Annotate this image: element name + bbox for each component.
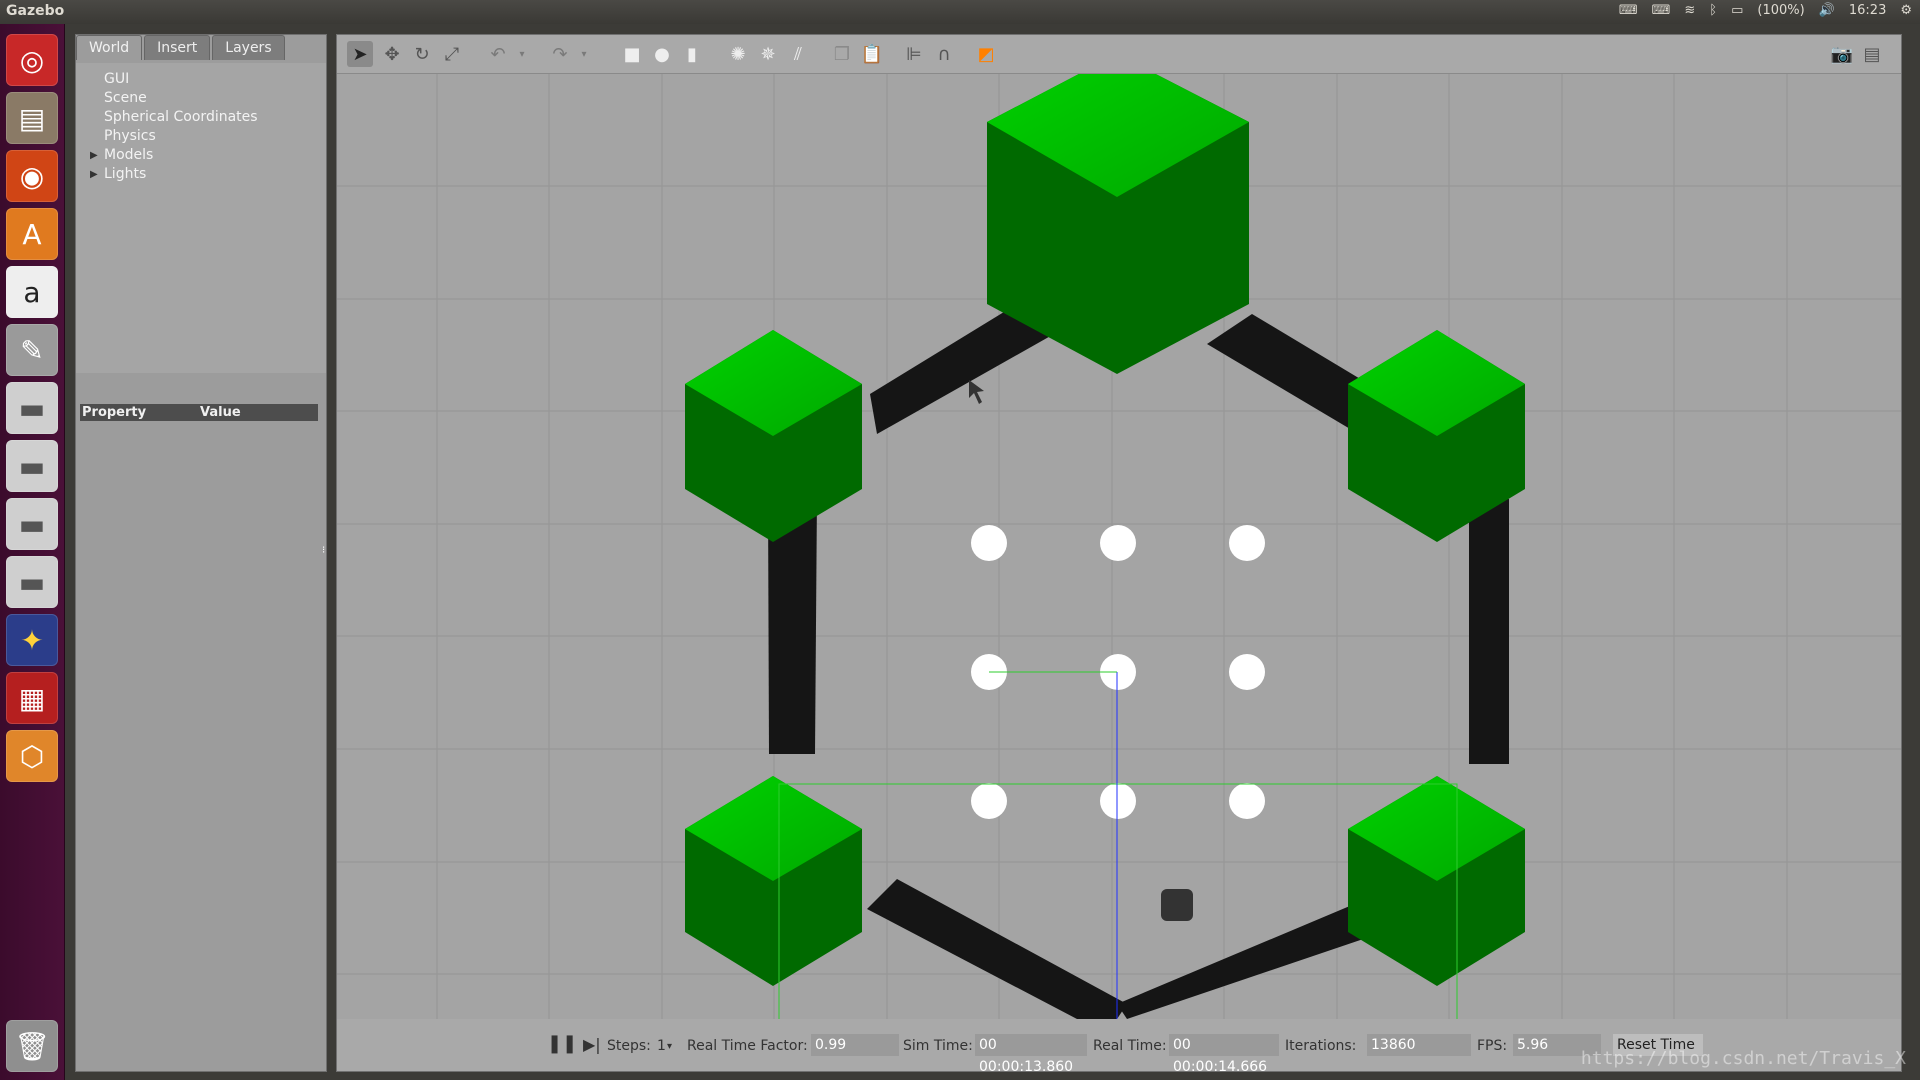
steps-dropdown-icon[interactable]: ▾ bbox=[667, 1041, 672, 1052]
tree-item-physics[interactable]: Physics bbox=[104, 128, 156, 144]
software-center-icon[interactable]: A bbox=[6, 208, 58, 260]
snap-magnet-icon[interactable]: ∩ bbox=[931, 41, 957, 67]
sim-time-value: 00 00:00:13.860 bbox=[975, 1034, 1087, 1071]
rtf-label: Real Time Factor: bbox=[687, 1038, 808, 1054]
value-column-header[interactable]: Value bbox=[200, 405, 241, 420]
tab-world[interactable]: World bbox=[76, 35, 143, 60]
real-time-label: Real Time: bbox=[1093, 1038, 1167, 1054]
clock[interactable]: 16:23 bbox=[1849, 3, 1886, 18]
gear-icon[interactable]: ⚙ bbox=[1900, 3, 1912, 18]
battery-icon[interactable]: ▭ bbox=[1731, 3, 1743, 18]
copy-icon[interactable]: ❐ bbox=[829, 41, 855, 67]
left-panel: World Insert Layers GUI Scene Spherical … bbox=[75, 34, 327, 1072]
iterations-label: Iterations: bbox=[1285, 1038, 1357, 1054]
keyboard-icon[interactable]: ⌨ bbox=[1652, 3, 1671, 18]
panel-tabs: World Insert Layers bbox=[76, 35, 287, 61]
real-time-value: 00 00:00:14.666 bbox=[1169, 1034, 1279, 1071]
cylinder-shape-icon[interactable]: ▮ bbox=[679, 41, 705, 67]
directional-light-icon[interactable]: ⫽ bbox=[785, 41, 811, 67]
amazon-icon[interactable]: a bbox=[6, 266, 58, 318]
gazebo-icon[interactable]: ⬡ bbox=[6, 730, 58, 782]
screenshot-camera-icon[interactable]: 📷 bbox=[1829, 41, 1855, 67]
iterations-value: 13860 bbox=[1367, 1034, 1471, 1056]
rtf-value: 0.99 bbox=[811, 1034, 899, 1056]
fps-label: FPS: bbox=[1477, 1038, 1508, 1054]
volume-icon[interactable]: 🔊 bbox=[1819, 3, 1835, 18]
top-panel: Gazebo ⌨ ⌨ ≋ ᛒ ▭ (100%) 🔊 16:23 ⚙ bbox=[0, 0, 1920, 24]
tree-item-models[interactable]: Models bbox=[104, 147, 153, 163]
tree-item-scene[interactable]: Scene bbox=[104, 90, 147, 106]
view-angle-icon[interactable]: ◩ bbox=[973, 41, 999, 67]
expand-arrow-icon[interactable]: ▶ bbox=[90, 169, 98, 180]
rotate-icon[interactable]: ↻ bbox=[409, 41, 435, 67]
rviz-icon[interactable]: ✦ bbox=[6, 614, 58, 666]
undo-icon[interactable]: ↶ bbox=[485, 41, 511, 67]
panel-splitter-handle[interactable]: ⁝ bbox=[322, 545, 326, 559]
toolbar: ➤ ✥ ↻ ⤢ ↶ ▾ ↷ ▾ ■ ● ▮ ✺ ✵ ⫽ ❐ 📋 ⊫ ∩ ◩ 📷 … bbox=[337, 35, 1901, 74]
tree-item-spherical-coordinates[interactable]: Spherical Coordinates bbox=[104, 109, 258, 125]
point-light-icon[interactable]: ✺ bbox=[725, 41, 751, 67]
robot-model bbox=[1161, 889, 1193, 921]
tree-item-gui[interactable]: GUI bbox=[104, 71, 129, 87]
paste-icon[interactable]: 📋 bbox=[859, 41, 885, 67]
ubuntu-logo-icon[interactable]: ◎ bbox=[6, 34, 58, 86]
sphere-shape-icon[interactable]: ● bbox=[649, 41, 675, 67]
property-table-header: Property Value bbox=[80, 404, 318, 421]
log-icon[interactable]: ▤ bbox=[1859, 41, 1885, 67]
steps-value[interactable]: 1 bbox=[657, 1038, 666, 1054]
steps-label: Steps: bbox=[607, 1038, 651, 1054]
translate-icon[interactable]: ✥ bbox=[379, 41, 405, 67]
wifi-icon[interactable]: ≋ bbox=[1684, 3, 1695, 18]
app-title: Gazebo bbox=[6, 3, 65, 19]
battery-status[interactable]: (100%) bbox=[1757, 3, 1804, 18]
keyboard-icon[interactable]: ⌨ bbox=[1619, 3, 1638, 18]
property-column-header[interactable]: Property bbox=[82, 405, 146, 420]
sim-time-label: Sim Time: bbox=[903, 1038, 973, 1054]
drive-icon[interactable]: ▬ bbox=[6, 440, 58, 492]
scale-icon[interactable]: ⤢ bbox=[439, 41, 465, 67]
files-icon[interactable]: ▤ bbox=[6, 92, 58, 144]
launcher: ◎ ▤ ◉ A a ✎ ▬ ▬ ▬ ▬ ✦ ▦ ⬡ 🗑 bbox=[0, 24, 65, 1080]
redo-icon[interactable]: ↷ bbox=[547, 41, 573, 67]
select-arrow-icon[interactable]: ➤ bbox=[347, 41, 373, 67]
bluetooth-icon[interactable]: ᛒ bbox=[1709, 3, 1717, 18]
spot-light-icon[interactable]: ✵ bbox=[755, 41, 781, 67]
tab-layers[interactable]: Layers bbox=[212, 35, 285, 60]
tab-insert[interactable]: Insert bbox=[144, 35, 211, 60]
box-shape-icon[interactable]: ■ bbox=[619, 41, 645, 67]
pause-icon[interactable]: ❚❚ bbox=[547, 1033, 577, 1054]
tree-item-lights[interactable]: Lights bbox=[104, 166, 146, 182]
step-icon[interactable]: ▶| bbox=[583, 1035, 601, 1054]
system-indicators: ⌨ ⌨ ≋ ᛒ ▭ (100%) 🔊 16:23 ⚙ bbox=[1619, 3, 1912, 18]
align-icon[interactable]: ⊫ bbox=[901, 41, 927, 67]
3d-scene[interactable] bbox=[337, 74, 1901, 1019]
firefox-icon[interactable]: ◉ bbox=[6, 150, 58, 202]
redo-dropdown-icon[interactable]: ▾ bbox=[571, 41, 597, 67]
world-tree: GUI Scene Spherical Coordinates Physics … bbox=[76, 63, 326, 373]
watermark: https://blog.csdn.net/Travis_X bbox=[1580, 1048, 1906, 1069]
drive-icon[interactable]: ▬ bbox=[6, 498, 58, 550]
terminal-app-icon[interactable]: ▦ bbox=[6, 672, 58, 724]
drive-icon[interactable]: ▬ bbox=[6, 556, 58, 608]
system-settings-icon[interactable]: ✎ bbox=[6, 324, 58, 376]
drive-icon[interactable]: ▬ bbox=[6, 382, 58, 434]
trash-icon[interactable]: 🗑 bbox=[6, 1020, 58, 1072]
expand-arrow-icon[interactable]: ▶ bbox=[90, 150, 98, 161]
undo-dropdown-icon[interactable]: ▾ bbox=[509, 41, 535, 67]
render-viewport[interactable]: ➤ ✥ ↻ ⤢ ↶ ▾ ↷ ▾ ■ ● ▮ ✺ ✵ ⫽ ❐ 📋 ⊫ ∩ ◩ 📷 … bbox=[336, 34, 1902, 1072]
